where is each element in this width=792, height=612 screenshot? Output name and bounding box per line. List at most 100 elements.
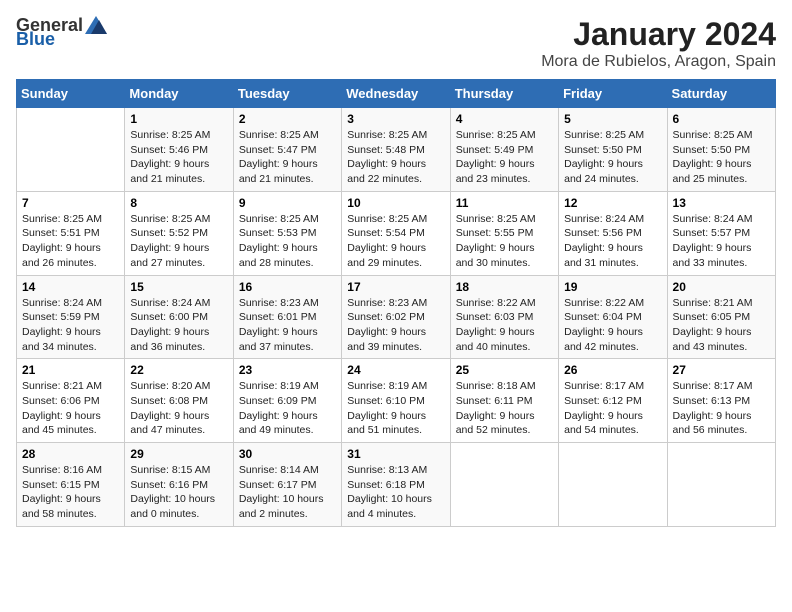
day-header-monday: Monday bbox=[125, 80, 233, 108]
calendar-cell: 1 Sunrise: 8:25 AMSunset: 5:46 PMDaylight… bbox=[125, 108, 233, 192]
day-info: Sunrise: 8:16 AMSunset: 6:15 PMDaylight:… bbox=[22, 463, 119, 522]
calendar-cell: 15 Sunrise: 8:24 AMSunset: 6:00 PMDayligh… bbox=[125, 275, 233, 359]
logo: General Blue bbox=[16, 16, 107, 48]
day-info: Sunrise: 8:25 AMSunset: 5:47 PMDaylight:… bbox=[239, 128, 336, 187]
day-number: 22 bbox=[130, 363, 227, 377]
calendar-table: SundayMondayTuesdayWednesdayThursdayFrid… bbox=[16, 79, 776, 527]
calendar-cell: 7 Sunrise: 8:25 AMSunset: 5:51 PMDaylight… bbox=[17, 191, 125, 275]
header: General Blue January 2024 Mora de Rubiel… bbox=[16, 16, 776, 71]
day-number: 23 bbox=[239, 363, 336, 377]
calendar-cell: 12 Sunrise: 8:24 AMSunset: 5:56 PMDayligh… bbox=[559, 191, 667, 275]
calendar-cell: 11 Sunrise: 8:25 AMSunset: 5:55 PMDayligh… bbox=[450, 191, 558, 275]
calendar-cell: 4Sunrise: 8:25 AMSunset: 5:49 PMDaylight… bbox=[450, 108, 558, 192]
day-header-wednesday: Wednesday bbox=[342, 80, 450, 108]
calendar-cell: 31Sunrise: 8:13 AMSunset: 6:18 PMDayligh… bbox=[342, 443, 450, 527]
day-number: 17 bbox=[347, 280, 444, 294]
calendar-body: 1 Sunrise: 8:25 AMSunset: 5:46 PMDaylight… bbox=[17, 108, 776, 527]
title-area: January 2024 Mora de Rubielos, Aragon, S… bbox=[541, 16, 776, 71]
day-info: Sunrise: 8:25 AMSunset: 5:48 PMDaylight:… bbox=[347, 128, 444, 187]
day-info: Sunrise: 8:17 AMSunset: 6:12 PMDaylight:… bbox=[564, 379, 661, 438]
calendar-cell: 19 Sunrise: 8:22 AMSunset: 6:04 PMDayligh… bbox=[559, 275, 667, 359]
calendar-week-row: 21 Sunrise: 8:21 AMSunset: 6:06 PMDayligh… bbox=[17, 359, 776, 443]
day-number: 31 bbox=[347, 447, 444, 461]
day-number: 10 bbox=[347, 196, 444, 210]
day-number: 12 bbox=[564, 196, 661, 210]
calendar-cell: 13 Sunrise: 8:24 AMSunset: 5:57 PMDayligh… bbox=[667, 191, 775, 275]
calendar-cell: 24Sunrise: 8:19 AMSunset: 6:10 PMDayligh… bbox=[342, 359, 450, 443]
day-number: 25 bbox=[456, 363, 553, 377]
day-info: Sunrise: 8:21 AMSunset: 6:06 PMDaylight:… bbox=[22, 379, 119, 438]
calendar-cell bbox=[667, 443, 775, 527]
day-number: 3 bbox=[347, 112, 444, 126]
location-title: Mora de Rubielos, Aragon, Spain bbox=[541, 53, 776, 71]
day-info: Sunrise: 8:25 AMSunset: 5:54 PMDaylight:… bbox=[347, 212, 444, 271]
day-info: Sunrise: 8:17 AMSunset: 6:13 PMDaylight:… bbox=[673, 379, 770, 438]
day-number: 20 bbox=[673, 280, 770, 294]
calendar-cell: 30Sunrise: 8:14 AMSunset: 6:17 PMDayligh… bbox=[233, 443, 341, 527]
day-number: 15 bbox=[130, 280, 227, 294]
calendar-cell: 6 Sunrise: 8:25 AMSunset: 5:50 PMDaylight… bbox=[667, 108, 775, 192]
day-header-friday: Friday bbox=[559, 80, 667, 108]
day-info: Sunrise: 8:22 AMSunset: 6:03 PMDaylight:… bbox=[456, 296, 553, 355]
day-number: 5 bbox=[564, 112, 661, 126]
day-info: Sunrise: 8:25 AMSunset: 5:46 PMDaylight:… bbox=[130, 128, 227, 187]
day-info: Sunrise: 8:24 AMSunset: 6:00 PMDaylight:… bbox=[130, 296, 227, 355]
day-header-sunday: Sunday bbox=[17, 80, 125, 108]
calendar-cell bbox=[17, 108, 125, 192]
calendar-cell: 21 Sunrise: 8:21 AMSunset: 6:06 PMDayligh… bbox=[17, 359, 125, 443]
day-info: Sunrise: 8:24 AMSunset: 5:59 PMDaylight:… bbox=[22, 296, 119, 355]
calendar-cell: 26 Sunrise: 8:17 AMSunset: 6:12 PMDayligh… bbox=[559, 359, 667, 443]
day-info: Sunrise: 8:22 AMSunset: 6:04 PMDaylight:… bbox=[564, 296, 661, 355]
calendar-cell bbox=[559, 443, 667, 527]
day-info: Sunrise: 8:23 AMSunset: 6:01 PMDaylight:… bbox=[239, 296, 336, 355]
day-number: 19 bbox=[564, 280, 661, 294]
day-number: 29 bbox=[130, 447, 227, 461]
day-number: 14 bbox=[22, 280, 119, 294]
day-info: Sunrise: 8:25 AMSunset: 5:50 PMDaylight:… bbox=[564, 128, 661, 187]
calendar-cell: 29 Sunrise: 8:15 AMSunset: 6:16 PMDayligh… bbox=[125, 443, 233, 527]
day-number: 7 bbox=[22, 196, 119, 210]
logo-icon bbox=[85, 16, 107, 34]
day-number: 11 bbox=[456, 196, 553, 210]
day-info: Sunrise: 8:21 AMSunset: 6:05 PMDaylight:… bbox=[673, 296, 770, 355]
logo-blue-text: Blue bbox=[16, 30, 55, 48]
day-number: 6 bbox=[673, 112, 770, 126]
day-number: 24 bbox=[347, 363, 444, 377]
day-number: 1 bbox=[130, 112, 227, 126]
calendar-cell: 20 Sunrise: 8:21 AMSunset: 6:05 PMDayligh… bbox=[667, 275, 775, 359]
day-info: Sunrise: 8:25 AMSunset: 5:55 PMDaylight:… bbox=[456, 212, 553, 271]
calendar-cell: 17Sunrise: 8:23 AMSunset: 6:02 PMDayligh… bbox=[342, 275, 450, 359]
day-header-thursday: Thursday bbox=[450, 80, 558, 108]
day-info: Sunrise: 8:24 AMSunset: 5:56 PMDaylight:… bbox=[564, 212, 661, 271]
calendar-cell: 22Sunrise: 8:20 AMSunset: 6:08 PMDayligh… bbox=[125, 359, 233, 443]
month-title: January 2024 bbox=[541, 16, 776, 53]
calendar-cell: 23 Sunrise: 8:19 AMSunset: 6:09 PMDayligh… bbox=[233, 359, 341, 443]
calendar-cell: 16Sunrise: 8:23 AMSunset: 6:01 PMDayligh… bbox=[233, 275, 341, 359]
day-info: Sunrise: 8:15 AMSunset: 6:16 PMDaylight:… bbox=[130, 463, 227, 522]
day-number: 21 bbox=[22, 363, 119, 377]
calendar-week-row: 1 Sunrise: 8:25 AMSunset: 5:46 PMDaylight… bbox=[17, 108, 776, 192]
day-number: 9 bbox=[239, 196, 336, 210]
day-info: Sunrise: 8:19 AMSunset: 6:09 PMDaylight:… bbox=[239, 379, 336, 438]
day-number: 27 bbox=[673, 363, 770, 377]
day-number: 4 bbox=[456, 112, 553, 126]
day-number: 2 bbox=[239, 112, 336, 126]
day-number: 30 bbox=[239, 447, 336, 461]
day-number: 28 bbox=[22, 447, 119, 461]
calendar-cell: 25Sunrise: 8:18 AMSunset: 6:11 PMDayligh… bbox=[450, 359, 558, 443]
calendar-cell: 2 Sunrise: 8:25 AMSunset: 5:47 PMDaylight… bbox=[233, 108, 341, 192]
day-number: 18 bbox=[456, 280, 553, 294]
day-info: Sunrise: 8:25 AMSunset: 5:51 PMDaylight:… bbox=[22, 212, 119, 271]
day-info: Sunrise: 8:24 AMSunset: 5:57 PMDaylight:… bbox=[673, 212, 770, 271]
calendar-week-row: 7 Sunrise: 8:25 AMSunset: 5:51 PMDaylight… bbox=[17, 191, 776, 275]
calendar-cell: 28 Sunrise: 8:16 AMSunset: 6:15 PMDayligh… bbox=[17, 443, 125, 527]
calendar-week-row: 28 Sunrise: 8:16 AMSunset: 6:15 PMDayligh… bbox=[17, 443, 776, 527]
day-header-tuesday: Tuesday bbox=[233, 80, 341, 108]
day-number: 13 bbox=[673, 196, 770, 210]
day-number: 26 bbox=[564, 363, 661, 377]
day-info: Sunrise: 8:25 AMSunset: 5:53 PMDaylight:… bbox=[239, 212, 336, 271]
day-info: Sunrise: 8:25 AMSunset: 5:50 PMDaylight:… bbox=[673, 128, 770, 187]
calendar-week-row: 14 Sunrise: 8:24 AMSunset: 5:59 PMDayligh… bbox=[17, 275, 776, 359]
calendar-cell: 10 Sunrise: 8:25 AMSunset: 5:54 PMDayligh… bbox=[342, 191, 450, 275]
calendar-cell: 27 Sunrise: 8:17 AMSunset: 6:13 PMDayligh… bbox=[667, 359, 775, 443]
